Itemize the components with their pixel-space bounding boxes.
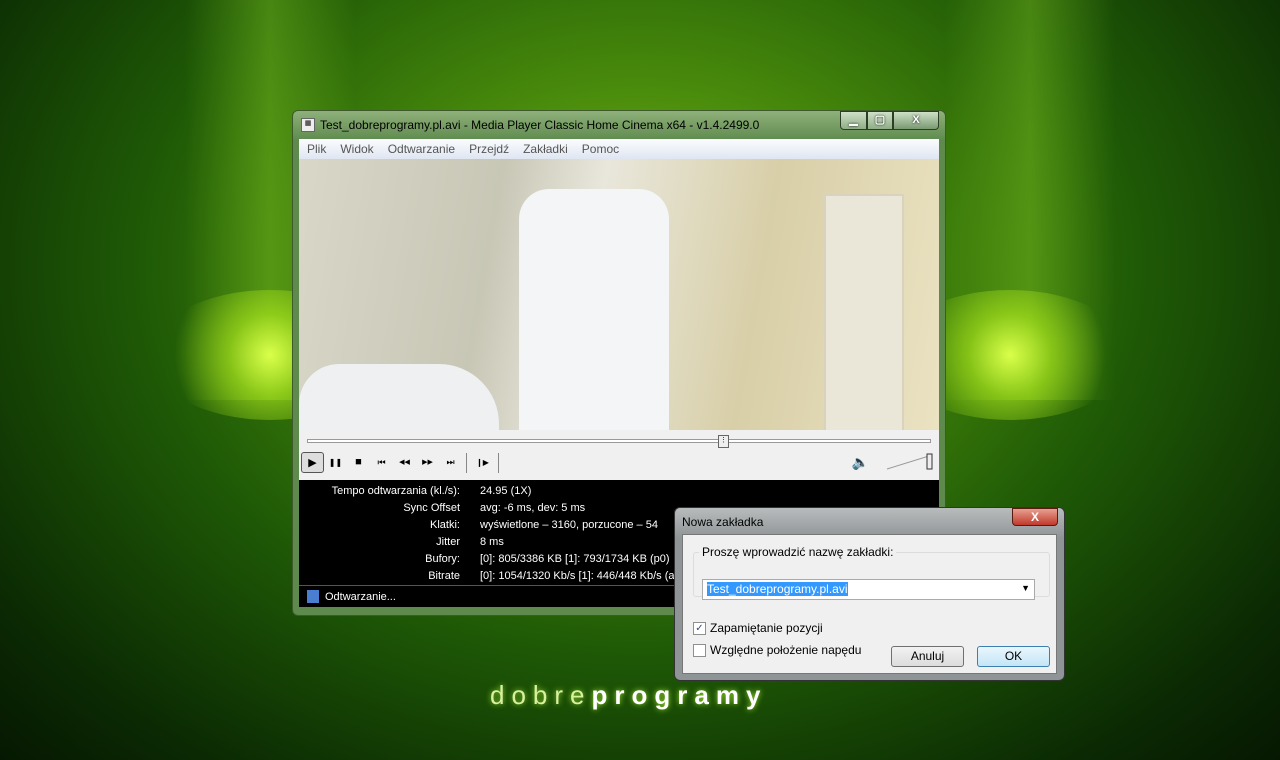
separator bbox=[466, 452, 467, 473]
new-bookmark-dialog: Nowa zakładka X Proszę wprowadzić nazwę … bbox=[674, 507, 1065, 681]
close-button[interactable]: X bbox=[893, 111, 939, 130]
video-door bbox=[824, 194, 904, 430]
stat-value: 8 ms bbox=[480, 536, 504, 548]
cancel-button[interactable]: Anuluj bbox=[891, 646, 964, 667]
maximize-button[interactable]: ▢ bbox=[867, 111, 893, 130]
app-icon: ▦ bbox=[301, 118, 315, 132]
dialog-close-button[interactable]: X bbox=[1012, 508, 1058, 526]
bookmark-name-combobox[interactable]: Test_dobreprogramy.pl.avi ▼ bbox=[702, 579, 1035, 600]
rewind-button[interactable]: ◀◀ bbox=[393, 452, 416, 473]
remember-position-label: Zapamiętanie pozycji bbox=[710, 621, 823, 635]
volume-icon[interactable]: 🔈 bbox=[852, 454, 869, 471]
checkbox-box[interactable]: ✓ bbox=[693, 621, 706, 635]
forward-button[interactable]: ▶▶ bbox=[416, 452, 439, 473]
relative-drive-checkbox[interactable]: Względne położenie napędu bbox=[693, 643, 861, 657]
pause-button[interactable]: ❚❚ bbox=[324, 452, 347, 473]
menu-pomoc[interactable]: Pomoc bbox=[582, 142, 619, 156]
stat-value: 24.95 (1X) bbox=[480, 485, 532, 497]
ok-button[interactable]: OK bbox=[977, 646, 1050, 667]
separator bbox=[498, 452, 499, 473]
video-bed bbox=[299, 364, 499, 430]
group-label: Proszę wprowadzić nazwę zakładki: bbox=[702, 545, 894, 559]
volume-thumb bbox=[926, 453, 933, 470]
seek-bar[interactable]: ⋮ bbox=[307, 435, 931, 448]
next-button[interactable]: ⏭ bbox=[439, 452, 462, 473]
stat-label: Tempo odtwarzania (kl./s): bbox=[331, 485, 460, 497]
stop-button[interactable]: ■ bbox=[347, 452, 370, 473]
stat-value: [0]: 1054/1320 Kb/s [1]: 446/448 Kb/s (a bbox=[480, 570, 675, 582]
menu-plik[interactable]: Plik bbox=[307, 142, 326, 156]
stat-label: Bitrate bbox=[428, 570, 460, 582]
window-title: Test_dobreprogramy.pl.avi - Media Player… bbox=[320, 118, 760, 132]
stat-row: Tempo odtwarzania (kl./s): 24.95 (1X) bbox=[299, 483, 939, 500]
controls-panel: ⋮ ▶ ❚❚ ■ ⏮ ◀◀ ▶▶ ⏭ ❙▶ 🔈 bbox=[299, 430, 939, 480]
menu-bar: Plik Widok Odtwarzanie Przejdź Zakładki … bbox=[299, 139, 939, 159]
stat-value: avg: -6 ms, dev: 5 ms bbox=[480, 502, 586, 514]
menu-zakladki[interactable]: Zakładki bbox=[523, 142, 568, 156]
stat-label: Sync Offset bbox=[403, 502, 460, 514]
minimize-button[interactable]: ▁ bbox=[840, 111, 867, 130]
video-doctor bbox=[519, 189, 669, 430]
dobreprogramy-logo: dobreprogramy bbox=[490, 680, 767, 711]
stat-value: wyświetlone – 3160, porzucone – 54 bbox=[480, 519, 658, 531]
stat-label: Jitter bbox=[436, 536, 460, 548]
menu-przejdz[interactable]: Przejdź bbox=[469, 142, 509, 156]
logo-light: dobre bbox=[490, 680, 592, 710]
frame-step-button[interactable]: ❙▶ bbox=[471, 452, 494, 473]
status-text: Odtwarzanie... bbox=[325, 590, 396, 603]
chevron-down-icon[interactable]: ▼ bbox=[1021, 583, 1030, 593]
menu-odtwarzanie[interactable]: Odtwarzanie bbox=[388, 142, 455, 156]
remember-position-checkbox[interactable]: ✓ Zapamiętanie pozycji bbox=[693, 621, 823, 635]
logo-bold: programy bbox=[591, 680, 768, 710]
play-button[interactable]: ▶ bbox=[301, 452, 324, 473]
bookmark-name-value[interactable]: Test_dobreprogramy.pl.avi bbox=[707, 582, 848, 596]
relative-drive-label: Względne położenie napędu bbox=[710, 643, 862, 657]
menu-widok[interactable]: Widok bbox=[340, 142, 373, 156]
previous-button[interactable]: ⏮ bbox=[370, 452, 393, 473]
status-icon bbox=[307, 590, 319, 603]
video-area[interactable] bbox=[299, 159, 939, 430]
stat-label: Klatki: bbox=[430, 519, 460, 531]
seek-thumb[interactable]: ⋮ bbox=[718, 435, 730, 448]
volume-slider[interactable] bbox=[885, 453, 935, 471]
stat-value: [0]: 805/3386 KB [1]: 793/1734 KB (p0) bbox=[480, 553, 670, 565]
dialog-title: Nowa zakładka bbox=[682, 515, 764, 529]
checkbox-box[interactable] bbox=[693, 643, 706, 657]
stat-label: Bufory: bbox=[425, 553, 460, 565]
